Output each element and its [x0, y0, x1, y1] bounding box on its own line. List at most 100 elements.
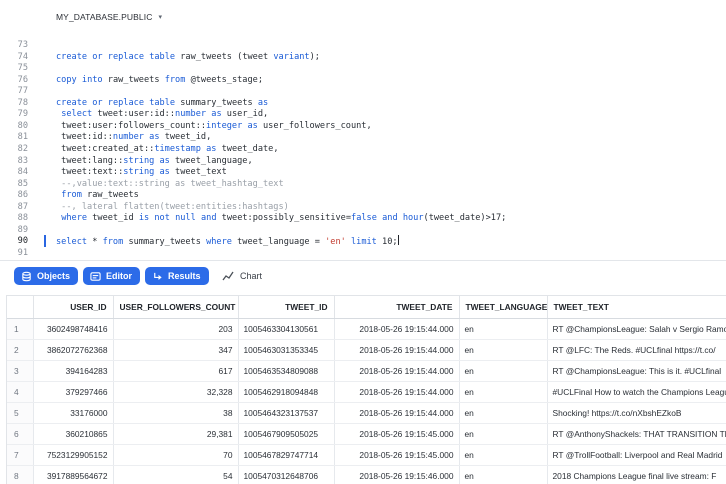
table-cell: RT @ChampionsLeague: Salah v Sergio Ramo… — [547, 318, 726, 340]
table-row[interactable]: 4 379297466 32,328 1005462918094848 2018-05-… — [7, 381, 726, 403]
line-number: 78 — [17, 97, 28, 108]
table-cell: 2018-05-26 19:15:44.000 — [334, 381, 460, 403]
database-context-label: MY_DATABASE.PUBLIC — [56, 12, 153, 22]
column-header-tweet-text[interactable]: TWEET_TEXT — [547, 296, 726, 319]
row-number: 2 — [7, 339, 34, 361]
table-row[interactable]: 8 3917889564672 54 1005470312648706 2018-05-… — [7, 465, 726, 484]
table-cell: 394164283 — [33, 360, 114, 382]
table-cell: en — [459, 423, 548, 445]
table-cell: 2018-05-26 19:15:45.000 — [334, 423, 460, 445]
table-cell: 32,328 — [113, 381, 239, 403]
text-cursor — [397, 235, 399, 246]
table-cell: 3862072762368 — [33, 339, 114, 361]
code-text: --, lateral flatten(tweet:entities:hasht… — [56, 201, 289, 212]
chevron-down-icon: ▾ — [158, 14, 163, 21]
table-cell: 2018 Champions League final live stream:… — [547, 465, 726, 484]
code-text: select tweet:user:id::number as user_id, — [61, 109, 269, 120]
table-cell: en — [459, 402, 548, 424]
code-line[interactable]: 82 tweet:created_at::timestamp as tweet_… — [0, 143, 726, 155]
code-text: tweet:user:followers_count::integer as u… — [56, 120, 372, 131]
code-text: create or replace table summary_tweets a… — [56, 97, 269, 108]
table-row[interactable]: 5 33176000 38 1005464323137537 2018-05-26 19… — [7, 402, 726, 424]
table-row[interactable]: 3 394164283 617 1005463534809088 2018-05-26 … — [7, 360, 726, 382]
table-cell: RT @LFC: The Reds. #UCLfinal https://t.c… — [547, 339, 726, 361]
table-cell: en — [459, 465, 548, 484]
table-cell: en — [459, 381, 548, 403]
code-line[interactable]: 74 create or replace table raw_tweets (tw… — [0, 51, 726, 63]
table-cell: 2018-05-26 19:15:44.000 — [334, 318, 460, 340]
table-row[interactable]: 2 3862072762368 347 1005463031353345 2018-05… — [7, 339, 726, 361]
row-number: 1 — [7, 318, 34, 340]
code-line[interactable]: 91 — [0, 247, 726, 259]
line-number: 89 — [17, 224, 28, 235]
table-cell: 3602498748416 — [33, 318, 114, 340]
table-cell: en — [459, 318, 548, 340]
column-header-tweet-language[interactable]: TWEET_LANGUAGE — [459, 296, 548, 319]
row-number: 3 — [7, 360, 34, 382]
table-cell: 1005463534809088 — [238, 360, 335, 382]
line-number: 76 — [17, 74, 28, 85]
row-number: 7 — [7, 444, 34, 466]
results-button[interactable]: Results — [145, 267, 209, 285]
table-cell: 379297466 — [33, 381, 114, 403]
results-toolbar: Objects Editor Results Chart — [0, 260, 726, 292]
table-cell: 29,381 — [113, 423, 239, 445]
table-cell: 3917889564672 — [33, 465, 114, 484]
table-row[interactable]: 1 3602498748416 203 1005463304130561 2018-05… — [7, 318, 726, 340]
code-line[interactable]: 75 — [0, 62, 726, 74]
code-line[interactable]: 78 create or replace table summary_tweets… — [0, 97, 726, 109]
table-cell: en — [459, 360, 548, 382]
table-cell: 38 — [113, 402, 239, 424]
code-line[interactable]: 87 --, lateral flatten(tweet:entities:ha… — [0, 201, 726, 213]
code-text: tweet:text::string as tweet_text — [56, 167, 227, 178]
table-cell: 33176000 — [33, 402, 114, 424]
database-icon — [22, 271, 31, 281]
code-text: tweet:created_at::timestamp as tweet_dat… — [56, 143, 279, 154]
code-text: --,value:text::string as tweet_hashtag_t… — [56, 178, 284, 189]
chart-label: Chart — [240, 271, 263, 281]
table-cell: 203 — [113, 318, 239, 340]
code-text: where tweet_id is not null and tweet:pos… — [61, 213, 507, 224]
code-line[interactable]: 85 --,value:text::string as tweet_hashta… — [0, 178, 726, 190]
line-number: 85 — [17, 178, 28, 189]
code-line[interactable]: 84 tweet:text::string as tweet_text — [0, 166, 726, 178]
code-line[interactable]: 80 tweet:user:followers_count::integer a… — [0, 120, 726, 132]
table-cell: 2018-05-26 19:15:44.000 — [334, 339, 460, 361]
table-cell: 2018-05-26 19:15:44.000 — [334, 360, 460, 382]
code-line[interactable]: 76 copy into raw_tweets from @tweets_stag… — [0, 74, 726, 86]
editor-label: Editor — [106, 271, 132, 281]
table-cell: 1005463304130561 — [238, 318, 335, 340]
code-line[interactable]: 79 select tweet:user:id::number as user_… — [0, 108, 726, 120]
table-cell: 1005464323137537 — [238, 402, 335, 424]
chart-line-icon — [222, 271, 234, 281]
editor-button[interactable]: Editor — [83, 267, 140, 285]
row-number: 4 — [7, 381, 34, 403]
code-line[interactable]: 86 from raw_tweets — [0, 189, 726, 201]
editor-lines-icon — [90, 271, 101, 281]
objects-button[interactable]: Objects — [14, 267, 79, 285]
code-line[interactable]: 83 tweet:lang::string as tweet_language, — [0, 155, 726, 167]
table-cell: #UCLFinal How to watch the Champions Lea… — [547, 381, 726, 403]
code-line[interactable]: 90 select * from summary_tweets where twe… — [0, 235, 726, 248]
code-line[interactable]: 77 — [0, 85, 726, 97]
column-header-user-id[interactable]: USER_ID — [33, 296, 114, 319]
line-number: 77 — [17, 86, 28, 97]
line-number: 75 — [17, 63, 28, 74]
sql-editor[interactable]: 73 74 create or replace table raw_tweets (… — [0, 34, 726, 260]
code-line[interactable]: 89 — [0, 224, 726, 236]
code-line[interactable]: 88 where tweet_id is not null and tweet:… — [0, 212, 726, 224]
table-row[interactable]: 7 7523129905152 70 1005467829747714 2018-05-… — [7, 444, 726, 466]
row-number: 5 — [7, 402, 34, 424]
table-row[interactable]: 6 360210865 29,381 1005467909505025 2018-05-… — [7, 423, 726, 445]
chart-button[interactable]: Chart — [222, 267, 262, 285]
column-header-user-followers-count[interactable]: USER_FOLLOWERS_COUNT — [113, 296, 239, 319]
column-header-tweet-id[interactable]: TWEET_ID — [238, 296, 335, 319]
table-cell: en — [459, 339, 548, 361]
code-line[interactable]: 81 tweet:id::number as tweet_id, — [0, 131, 726, 143]
database-context-selector[interactable]: MY_DATABASE.PUBLIC ▾ — [56, 12, 162, 22]
table-cell: 54 — [113, 465, 239, 484]
line-number: 81 — [17, 132, 28, 143]
line-number: 88 — [17, 213, 28, 224]
column-header-tweet-date[interactable]: TWEET_DATE — [334, 296, 460, 319]
code-line[interactable]: 73 — [0, 39, 726, 51]
